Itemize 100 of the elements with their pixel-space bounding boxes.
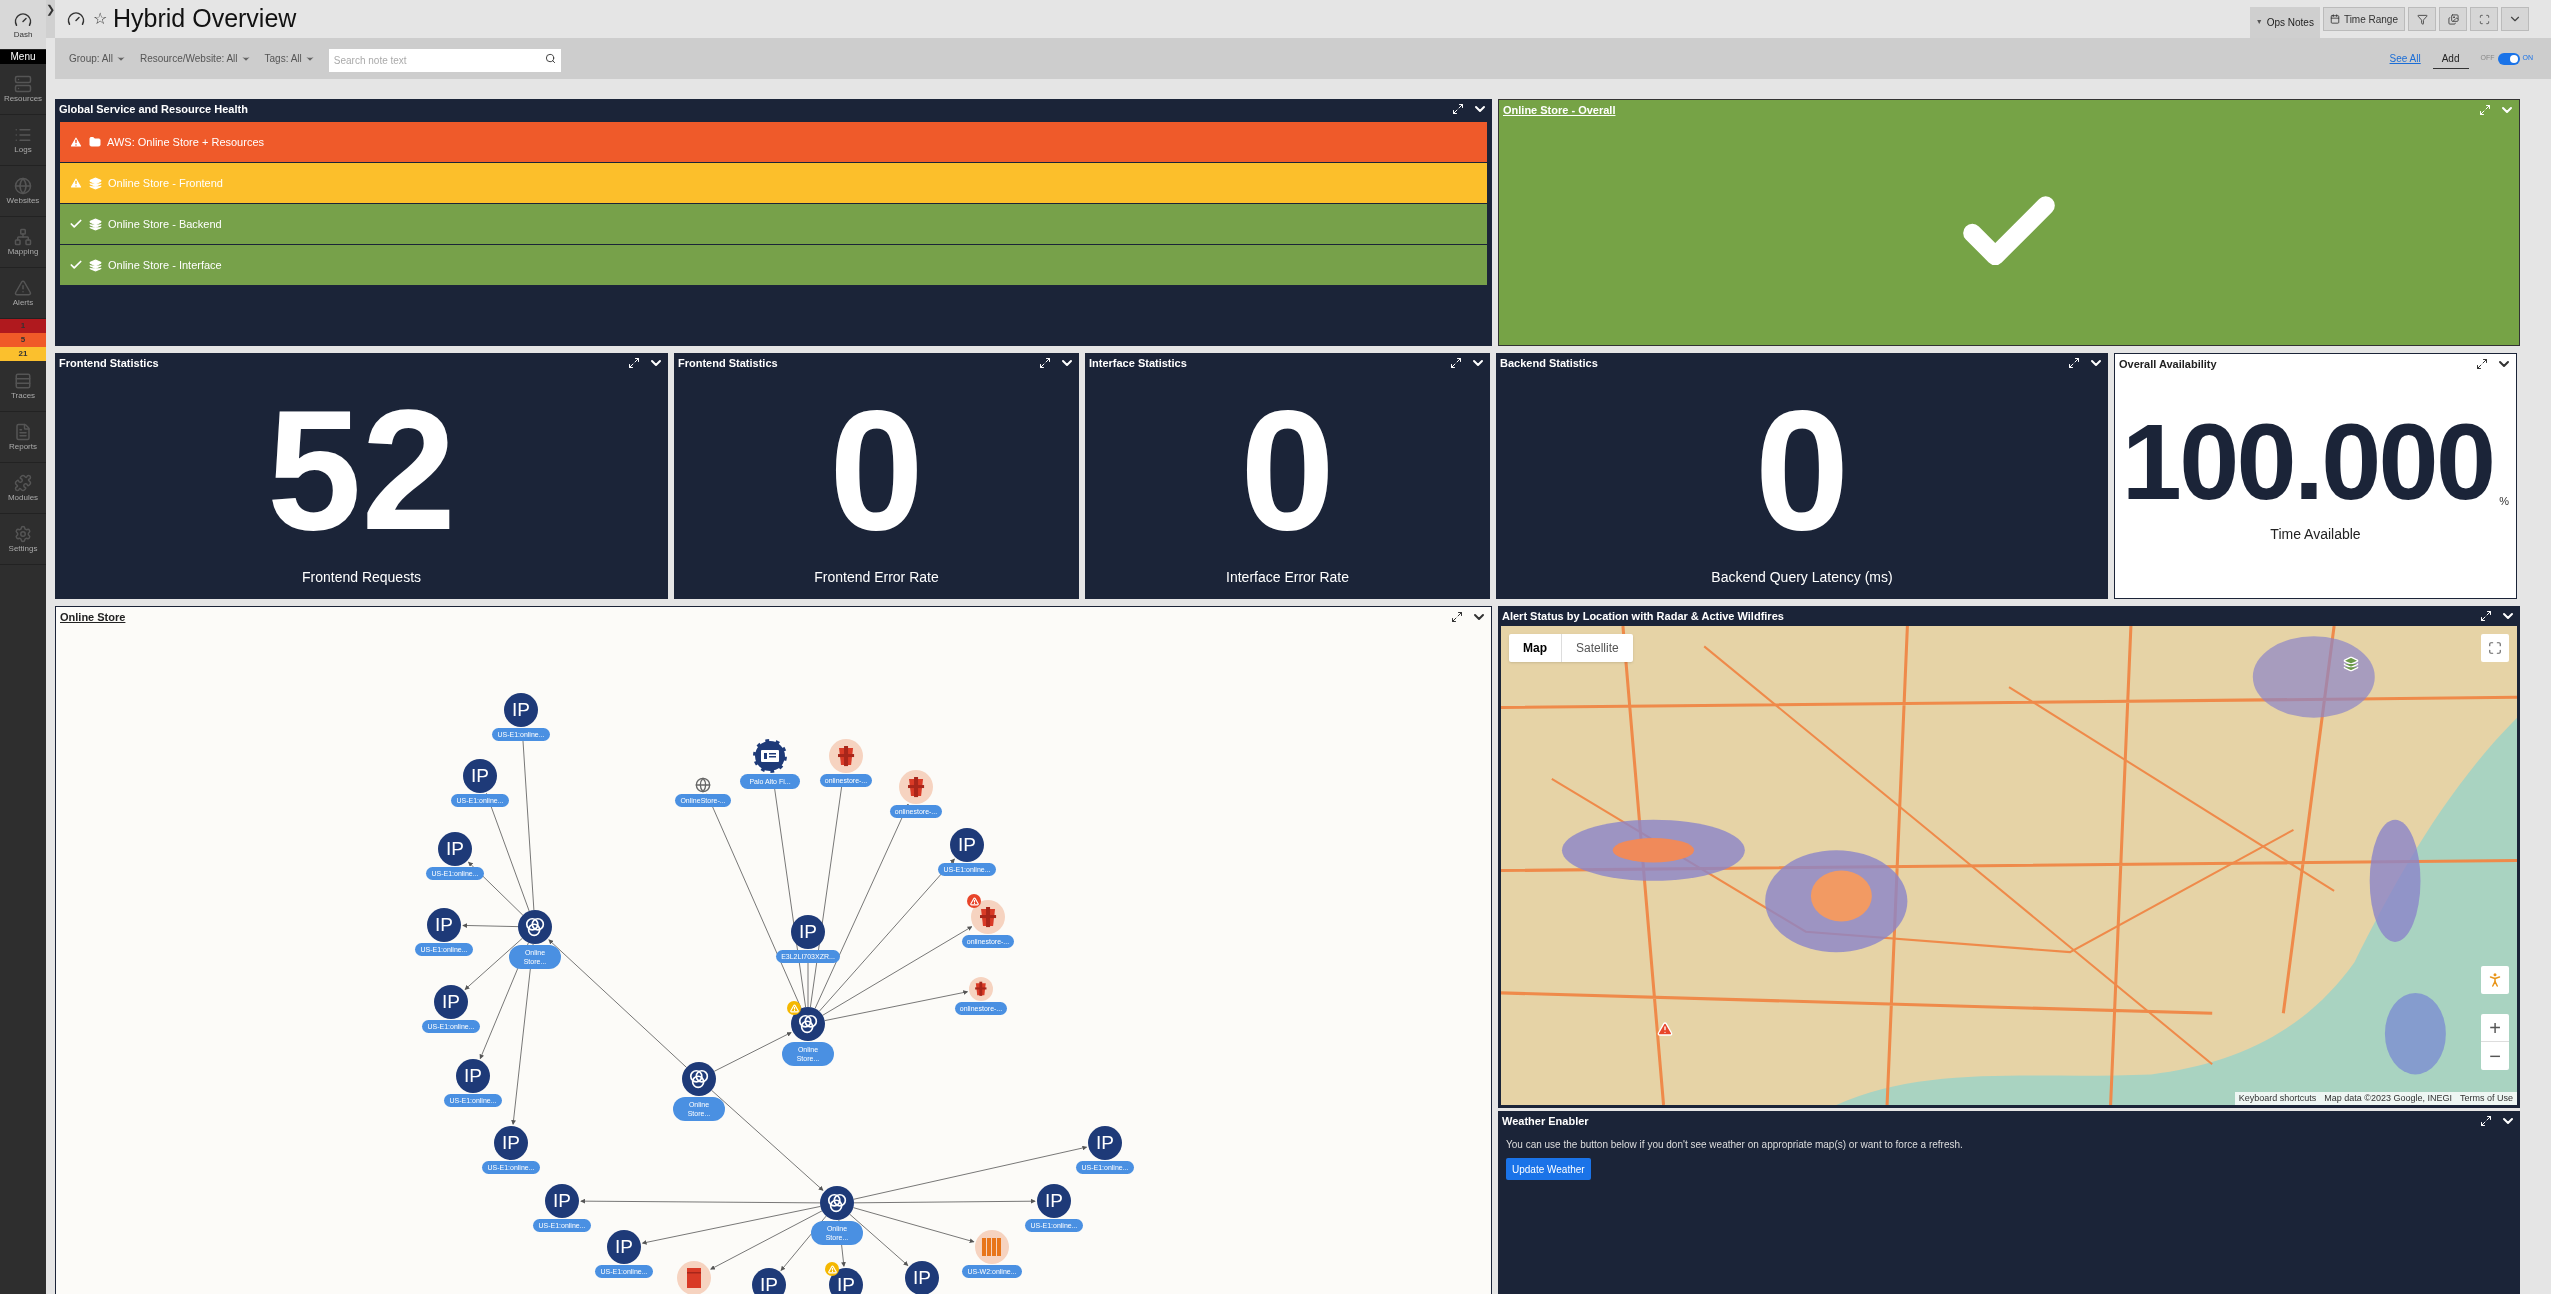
panel-title: Global Service and Resource Health	[59, 101, 248, 117]
overlapping-circles-icon	[796, 1012, 820, 1036]
overlapping-circles-icon	[523, 915, 547, 939]
fullscreen-icon	[2478, 13, 2490, 25]
warning-marker-icon[interactable]	[1657, 1021, 1673, 1037]
bucket-icon	[973, 981, 989, 997]
server-bars-icon	[982, 1238, 1002, 1256]
dashboard-icon	[67, 10, 85, 28]
ip-node[interactable]: IP	[607, 1230, 641, 1264]
panel-title: Backend Statistics	[1500, 355, 1598, 371]
ip-node[interactable]: IP	[463, 759, 497, 793]
stat-value: 0	[1754, 384, 1850, 555]
filter-dropdown[interactable]: Tags: All	[264, 51, 315, 66]
globe-icon[interactable]	[695, 777, 711, 793]
ip-node[interactable]: IP	[456, 1059, 490, 1093]
update-weather-button[interactable]: Update Weather	[1506, 1158, 1591, 1180]
cluster-node[interactable]	[518, 910, 552, 944]
keyboard-shortcuts-link[interactable]: Keyboard shortcuts	[2234, 1091, 2321, 1105]
layers-icon	[89, 258, 102, 272]
fullscreen-icon	[2488, 641, 2502, 655]
storage-icon	[687, 1268, 701, 1288]
ip-node[interactable]: IP	[752, 1268, 786, 1294]
search-field[interactable]: Search note text	[328, 49, 561, 72]
ip-node[interactable]: IP	[791, 915, 825, 949]
filter-dropdown[interactable]: Group: All	[69, 51, 126, 66]
layers-marker-icon[interactable]	[2343, 656, 2359, 672]
overlapping-circles-icon	[687, 1067, 711, 1091]
firewall-node[interactable]	[753, 739, 787, 773]
panel-title: Frontend Statistics	[59, 355, 159, 371]
bucket-node[interactable]	[969, 977, 993, 1001]
expand-icon[interactable]	[1452, 103, 1464, 115]
cluster-node[interactable]	[820, 1186, 854, 1220]
ip-node[interactable]: IP	[829, 1268, 863, 1294]
card-icon	[761, 750, 779, 762]
menu-item[interactable]: Menu	[0, 50, 46, 64]
bucket-node[interactable]	[829, 739, 863, 773]
overlapping-circles-icon	[825, 1191, 849, 1215]
layers-icon	[89, 176, 102, 190]
ops-notes-toggle[interactable]	[2497, 52, 2520, 65]
expand-icon[interactable]	[2480, 610, 2492, 622]
sidebar-item[interactable]: Dash	[0, 0, 46, 50]
stat-caption: Interface Error Rate	[1226, 567, 1349, 587]
page-title: Hybrid Overview	[113, 3, 297, 35]
filter-icon	[2416, 13, 2428, 25]
ip-node[interactable]: IP	[438, 832, 472, 866]
panel-title: Frontend Statistics	[678, 355, 778, 371]
search-icon	[544, 53, 556, 64]
fullscreen-button[interactable]	[2481, 634, 2509, 662]
expand-icon[interactable]	[628, 357, 640, 369]
ip-node[interactable]: IP	[494, 1126, 528, 1160]
filter-dropdown[interactable]: Resource/Website: All	[139, 51, 251, 66]
layers-icon	[89, 217, 102, 231]
expand-icon[interactable]	[2476, 358, 2488, 370]
alert-count[interactable]: 21	[0, 347, 46, 361]
cluster-node[interactable]	[791, 1007, 825, 1041]
stat-caption: Frontend Error Rate	[814, 567, 939, 587]
ip-node[interactable]: IP	[905, 1261, 939, 1294]
ip-node[interactable]: IP	[1037, 1184, 1071, 1218]
expand-icon[interactable]	[1039, 357, 1051, 369]
map-type-tab[interactable]: Map	[1509, 634, 1561, 662]
terms-link[interactable]: Terms of Use	[2456, 1091, 2517, 1105]
expand-icon[interactable]	[1450, 357, 1462, 369]
unit-label: %	[2499, 494, 2510, 509]
panel-title: Alert Status by Location with Radar & Active Wildfires	[1502, 608, 1784, 624]
expand-icon[interactable]	[1451, 611, 1463, 623]
bucket-node[interactable]	[899, 770, 933, 804]
slides-icon	[2447, 13, 2459, 25]
ip-node[interactable]: IP	[504, 693, 538, 727]
time-range-button[interactable]: Time Range	[2322, 7, 2405, 31]
filter-button[interactable]	[2408, 7, 2436, 31]
zoom-out-button[interactable]: −	[2481, 1042, 2509, 1070]
ip-node[interactable]: IP	[545, 1184, 579, 1218]
map-type-tab[interactable]: Satellite	[1561, 634, 1633, 662]
add-button[interactable]: Add	[2432, 48, 2469, 69]
stat-caption: Time Available	[2270, 524, 2361, 544]
panel-title: Interface Statistics	[1089, 355, 1187, 371]
stat-caption: Backend Query Latency (ms)	[1711, 567, 1893, 587]
compute-node[interactable]	[975, 1230, 1009, 1264]
alert-count[interactable]: 5	[0, 333, 46, 347]
zoom-in-button[interactable]: +	[2481, 1014, 2509, 1042]
settings-icon	[14, 525, 32, 543]
calendar-icon	[2329, 14, 2340, 24]
ip-node[interactable]: IP	[950, 828, 984, 862]
bucket-node[interactable]	[971, 900, 1005, 934]
favorite-star[interactable]: ☆	[93, 7, 107, 31]
ip-node[interactable]: IP	[427, 908, 461, 942]
stat-value: 0	[829, 384, 924, 555]
panel-title[interactable]: Online Store	[60, 608, 126, 626]
ip-node[interactable]: IP	[1088, 1126, 1122, 1160]
expand-icon[interactable]	[2480, 1115, 2492, 1127]
panel-title: Overall Availability	[2119, 356, 2217, 372]
ip-node[interactable]: IP	[434, 985, 468, 1019]
slideshow-button[interactable]	[2439, 7, 2467, 31]
storage-node[interactable]	[677, 1261, 711, 1294]
expand-icon[interactable]	[2068, 357, 2080, 369]
weather-description: You can use the button below if you don't see weather on appropriate map(s) or want to force a refresh.	[1506, 1138, 1963, 1152]
stat-value: 100.000	[2121, 407, 2494, 516]
cluster-node[interactable]	[682, 1062, 716, 1096]
panel-title: Weather Enabler	[1502, 1113, 1589, 1129]
map-attribution: Map data ©2023 Google, INEGI	[2323, 1091, 2453, 1105]
